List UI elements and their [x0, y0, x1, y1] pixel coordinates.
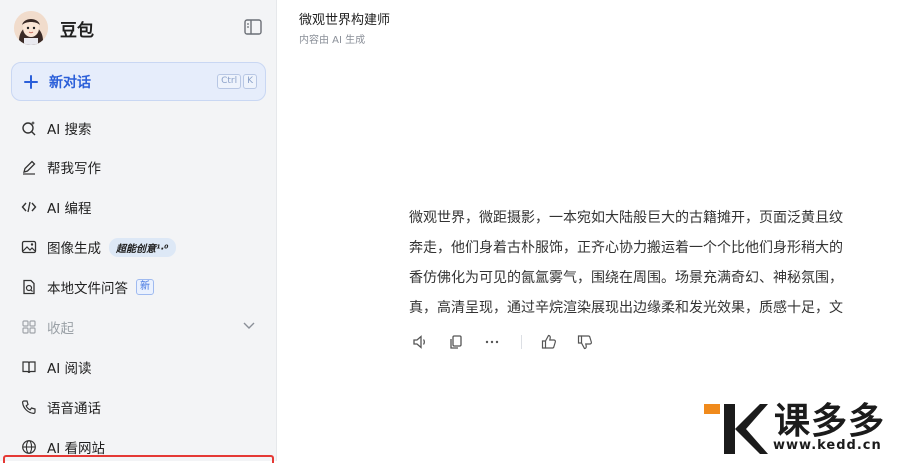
sidebar-item-ai-search[interactable]: AI 搜索: [21, 117, 92, 139]
phone-icon: [21, 400, 36, 415]
sidebar-item-coding[interactable]: AI 编程: [21, 196, 92, 218]
message-line: 微观世界，微距摄影，一本宛如大陆般巨大的古籍摊开，页面泛黄且纹: [409, 210, 843, 226]
grid-icon: [22, 320, 36, 334]
message-line: 香仿佛化为可见的氤氲雾气，围绕在周围。场景充满奇幻、神秘氛围，: [409, 270, 843, 286]
sidebar-item-label: 本地文件问答: [47, 281, 128, 297]
ai-generated-note: 内容由 AI 生成: [299, 35, 366, 46]
sidebar-item-label: 语音通话: [47, 401, 101, 417]
sidebar-item-writing[interactable]: 帮我写作: [21, 156, 101, 178]
thumbs-up-icon[interactable]: [540, 333, 558, 351]
shortcut-key-ctrl: Ctrl: [217, 74, 242, 89]
creative-badge: 超能创意¹·⁰: [109, 237, 176, 257]
divider: [521, 335, 522, 349]
page-title: 微观世界构建师: [299, 13, 391, 28]
globe-icon: [22, 440, 36, 454]
speaker-icon[interactable]: [411, 333, 429, 351]
sidebar-item-label: 图像生成: [47, 241, 101, 257]
thumbs-down-icon[interactable]: [576, 333, 594, 351]
sidebar-item-collapse[interactable]: 收起: [21, 316, 74, 338]
watermark-url: www.kedd.cn: [773, 438, 882, 453]
message-actions: [411, 333, 612, 351]
watermark-text: 课多多: [774, 401, 886, 442]
watermark-logo-icon: [704, 404, 768, 454]
pen-icon: [23, 160, 36, 175]
plus-icon: [24, 74, 38, 89]
brand[interactable]: 豆包: [14, 10, 94, 46]
brand-name: 豆包: [60, 20, 94, 41]
file-search-icon: [23, 279, 35, 295]
sidebar-item-label: AI 看网站: [47, 441, 106, 457]
shortcut-hint: Ctrl K: [217, 74, 257, 89]
highlight-box: [3, 455, 274, 463]
copy-icon[interactable]: [447, 333, 465, 351]
sidebar-item-label: 收起: [47, 321, 74, 337]
image-icon: [21, 240, 37, 254]
new-chat-label: 新对话: [49, 74, 91, 91]
new-chat-button[interactable]: 新对话 Ctrl K: [11, 62, 266, 101]
message-text: 微观世界，微距摄影，一本宛如大陆般巨大的古籍摊开，页面泛黄且纹 奔走，他们身着古…: [409, 203, 903, 323]
message-line: 真，高清呈现，通过辛烷渲染展现出边缘柔和发光效果，质感十足，文: [409, 300, 843, 316]
sidebar-item-image-gen[interactable]: 图像生成 超能创意¹·⁰: [21, 236, 176, 258]
sidebar-item-label: AI 编程: [47, 201, 92, 217]
sidebar-item-local-files[interactable]: 本地文件问答 新: [21, 276, 154, 298]
sidebar-item-label: AI 阅读: [47, 361, 92, 377]
sidebar-toggle-icon[interactable]: [243, 18, 263, 36]
sidebar: 豆包 新对话 Ctrl K AI 搜索 帮我写作 AI 编程 图像生成 超能创意…: [0, 0, 277, 463]
chevron-down-icon[interactable]: [242, 320, 256, 332]
shortcut-key-k: K: [243, 74, 257, 89]
watermark: 课多多 www.kedd.cn: [704, 400, 903, 461]
message-line: 奔走，他们身着古朴服饰，正齐心协力搬运着一个个比他们身形稍大的: [409, 240, 843, 256]
code-icon: [21, 201, 37, 213]
sidebar-item-label: 帮我写作: [47, 161, 101, 177]
book-icon: [22, 361, 36, 374]
sidebar-item-ai-reading[interactable]: AI 阅读: [21, 356, 92, 378]
sidebar-item-voice-call[interactable]: 语音通话: [21, 396, 101, 418]
avatar: [14, 11, 48, 45]
new-badge: 新: [136, 279, 154, 295]
search-sparkle-icon: [22, 121, 36, 136]
sidebar-item-label: AI 搜索: [47, 122, 92, 138]
more-icon[interactable]: [483, 333, 501, 351]
